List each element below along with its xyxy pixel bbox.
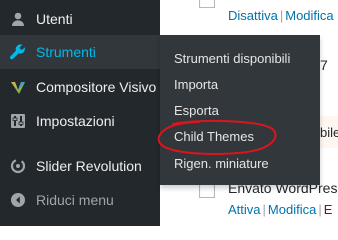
- submenu-item-child-themes[interactable]: Child Themes: [174, 129, 254, 144]
- plugin-title-partial: 7: [320, 57, 328, 73]
- settings-sliders-icon: [9, 112, 27, 130]
- submenu-item-strumenti-disponibili[interactable]: Strumenti disponibili: [174, 51, 290, 66]
- menu-item-label: Slider Revolution: [36, 158, 142, 174]
- wrench-icon: [9, 43, 27, 61]
- menu-item-label: Utenti: [36, 11, 73, 27]
- menu-item-label: Compositore Visivo: [36, 79, 157, 95]
- menu-item-utenti[interactable]: Utenti: [0, 2, 160, 36]
- row-checkbox[interactable]: [199, 0, 215, 8]
- delete-link[interactable]: E: [324, 202, 333, 217]
- slider-revolution-icon: [9, 157, 27, 175]
- activate-link[interactable]: Attiva: [228, 202, 261, 217]
- row-actions: Attiva | Modifica | E: [228, 202, 333, 217]
- edit-link[interactable]: Modifica: [268, 202, 316, 217]
- visual-composer-icon: [9, 78, 27, 96]
- menu-item-strumenti[interactable]: Strumenti: [0, 35, 160, 69]
- edit-link[interactable]: Modifica: [285, 8, 333, 23]
- strumenti-submenu: Strumenti disponibili Importa Esporta Ch…: [160, 35, 320, 185]
- menu-item-label: Riduci menu: [36, 192, 114, 208]
- menu-item-compositore-visivo[interactable]: Compositore Visivo: [0, 70, 160, 104]
- deactivate-link[interactable]: Disattiva: [228, 8, 278, 23]
- submenu-item-importa[interactable]: Importa: [174, 77, 218, 92]
- menu-item-label: Impostazioni: [36, 113, 115, 129]
- submenu-item-esporta[interactable]: Esporta: [174, 103, 219, 118]
- collapse-arrow-icon: [9, 191, 27, 209]
- admin-sidebar: Utenti Strumenti Compositore Visivo Impo…: [0, 0, 160, 226]
- submenu-pointer: [152, 44, 160, 60]
- submenu-item-rigen-miniature[interactable]: Rigen. miniature: [174, 156, 269, 171]
- plugin-text-partial: bile: [320, 125, 338, 140]
- menu-item-impostazioni[interactable]: Impostazioni: [0, 104, 160, 138]
- menu-item-label: Strumenti: [36, 44, 96, 60]
- user-icon: [9, 10, 27, 28]
- menu-item-slider-revolution[interactable]: Slider Revolution: [0, 149, 160, 183]
- row-actions: Disattiva | Modifica: [228, 8, 334, 23]
- collapse-menu-button[interactable]: Riduci menu: [0, 183, 160, 217]
